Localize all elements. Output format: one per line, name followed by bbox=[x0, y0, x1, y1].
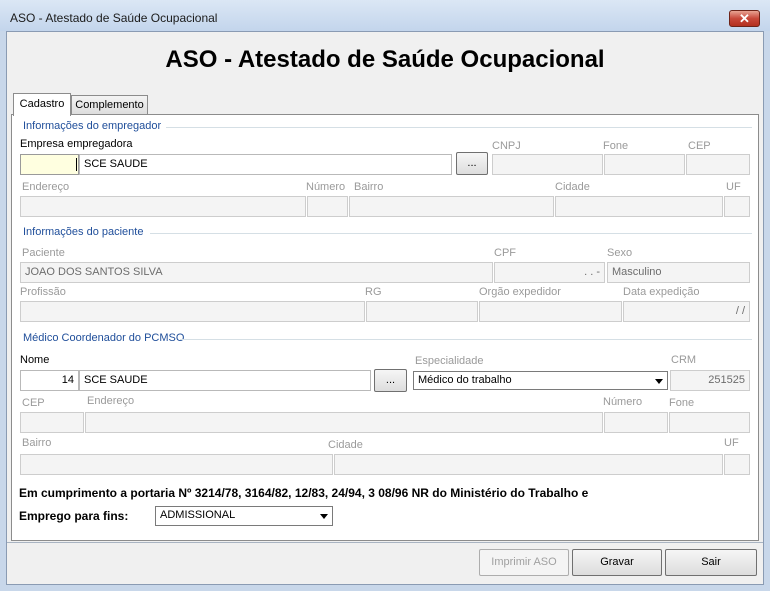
data-expedicao-field[interactable]: / / bbox=[623, 301, 750, 322]
tab-complemento[interactable]: Complemento bbox=[71, 95, 148, 115]
window-title: ASO - Atestado de Saúde Ocupacional bbox=[10, 11, 218, 25]
profissao-field[interactable] bbox=[20, 301, 365, 322]
empresa-lookup-button[interactable]: ... bbox=[456, 152, 488, 175]
rg-field[interactable] bbox=[366, 301, 478, 322]
tab-cadastro[interactable]: Cadastro bbox=[13, 93, 71, 116]
medico-nome-label: Nome bbox=[20, 354, 50, 366]
numero-label: Número bbox=[306, 181, 346, 193]
uf-field[interactable] bbox=[724, 196, 750, 217]
medico-numero-label: Número bbox=[603, 396, 643, 408]
rg-label: RG bbox=[365, 286, 382, 298]
emprego-select[interactable]: ADMISSIONAL bbox=[155, 506, 333, 526]
medico-lookup-button[interactable]: ... bbox=[374, 369, 407, 392]
sair-button[interactable]: Sair bbox=[665, 549, 757, 576]
close-icon: ✕ bbox=[739, 11, 750, 26]
emprego-label: Emprego para fins: bbox=[19, 509, 129, 523]
sexo-label: Sexo bbox=[607, 247, 633, 259]
medico-fone-field[interactable] bbox=[669, 412, 750, 433]
fone-label: Fone bbox=[603, 140, 629, 152]
cep-field[interactable] bbox=[686, 154, 750, 175]
data-expedicao-label: Data expedição bbox=[623, 286, 700, 298]
medico-cidade-field[interactable] bbox=[334, 454, 723, 475]
especialidade-select[interactable]: Médico do trabalho bbox=[413, 371, 668, 390]
cnpj-field[interactable] bbox=[492, 154, 603, 175]
portaria-text: Em cumprimento a portaria Nº 3214/78, 31… bbox=[19, 486, 589, 500]
bairro-label: Bairro bbox=[354, 181, 384, 193]
medico-uf-label: UF bbox=[724, 437, 739, 449]
section-title-paciente: Informações do paciente bbox=[23, 226, 144, 238]
profissao-label: Profissão bbox=[20, 286, 66, 298]
especialidade-label: Especialidade bbox=[415, 355, 484, 367]
medico-fone-label: Fone bbox=[669, 397, 695, 409]
section-title-empregador: Informações do empregador bbox=[23, 120, 162, 132]
page-title: ASO - Atestado de Saúde Ocupacional bbox=[165, 46, 605, 73]
chevron-down-icon bbox=[655, 379, 663, 384]
numero-field[interactable] bbox=[307, 196, 348, 217]
medico-bairro-field[interactable] bbox=[20, 454, 333, 475]
medico-name-input[interactable]: SCE SAUDE bbox=[79, 370, 371, 391]
medico-uf-field[interactable] bbox=[724, 454, 750, 475]
section-title-medico: Médico Coordenador do PCMSO bbox=[23, 332, 185, 344]
cidade-field[interactable] bbox=[555, 196, 723, 217]
medico-cep-field[interactable] bbox=[20, 412, 84, 433]
section-divider bbox=[180, 339, 752, 340]
medico-endereco-field[interactable] bbox=[85, 412, 603, 433]
orgao-label: Orgão expedidor bbox=[479, 286, 561, 298]
sexo-field[interactable]: Masculino bbox=[607, 262, 750, 283]
medico-bairro-label: Bairro bbox=[22, 437, 52, 449]
paciente-label: Paciente bbox=[22, 247, 65, 259]
medico-endereco-label: Endereço bbox=[87, 395, 135, 407]
cpf-label: CPF bbox=[494, 247, 516, 259]
empresa-code-input[interactable] bbox=[20, 154, 79, 175]
close-button[interactable]: ✕ bbox=[729, 10, 760, 27]
section-divider bbox=[166, 127, 752, 128]
endereco-label: Endereço bbox=[22, 181, 70, 193]
bairro-field[interactable] bbox=[349, 196, 554, 217]
medico-cep-label: CEP bbox=[22, 397, 45, 409]
endereco-field[interactable] bbox=[20, 196, 306, 217]
cidade-label: Cidade bbox=[555, 181, 590, 193]
tab-panel-cadastro bbox=[11, 114, 759, 541]
crm-field[interactable]: 251525 bbox=[670, 370, 750, 391]
medico-code-input[interactable]: 14 bbox=[20, 370, 79, 391]
fone-field[interactable] bbox=[604, 154, 685, 175]
cpf-field[interactable]: . . - bbox=[494, 262, 605, 283]
empresa-label: Empresa empregadora bbox=[20, 138, 133, 150]
section-divider bbox=[150, 233, 752, 234]
text-caret bbox=[76, 158, 77, 171]
medico-cidade-label: Cidade bbox=[328, 439, 363, 451]
cep-label: CEP bbox=[688, 140, 711, 152]
uf-label: UF bbox=[726, 181, 741, 193]
chevron-down-icon bbox=[320, 514, 328, 519]
cnpj-label: CNPJ bbox=[492, 140, 521, 152]
crm-label: CRM bbox=[671, 354, 697, 366]
paciente-field[interactable]: JOAO DOS SANTOS SILVA bbox=[20, 262, 493, 283]
medico-numero-field[interactable] bbox=[604, 412, 668, 433]
empresa-name-input[interactable]: SCE SAUDE bbox=[79, 154, 452, 175]
orgao-field[interactable] bbox=[479, 301, 622, 322]
gravar-button[interactable]: Gravar bbox=[572, 549, 662, 576]
imprimir-aso-button[interactable]: Imprimir ASO bbox=[479, 549, 569, 576]
